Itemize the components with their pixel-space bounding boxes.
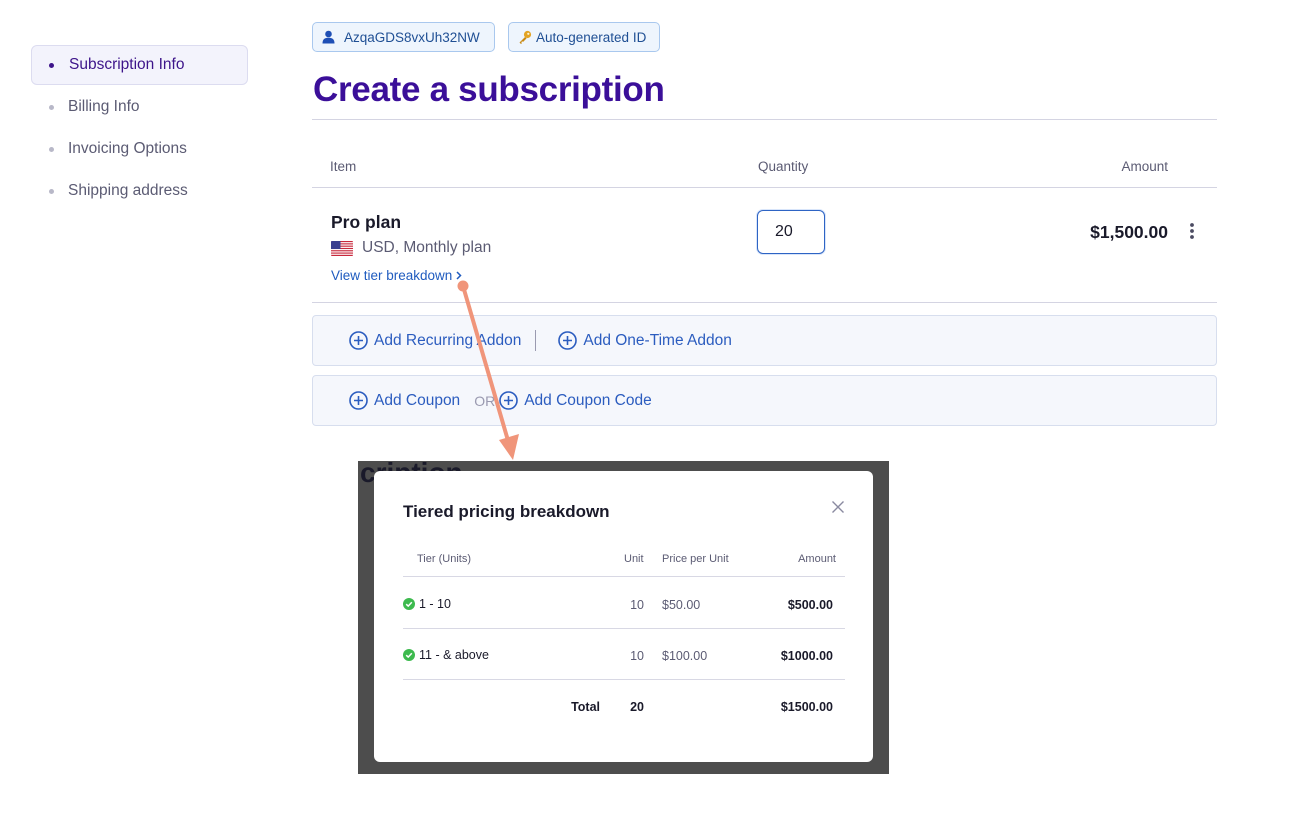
view-tier-breakdown-link[interactable]: View tier breakdown [331,268,462,283]
quantity-input[interactable] [757,210,825,254]
modal-header-unit: Unit [624,553,644,565]
sidebar-item-label: Subscription Info [69,56,185,73]
tier-range-text: 11 - & above [419,648,489,662]
tier-row-2-range: 11 - & above [403,648,489,662]
row-divider [312,302,1217,303]
modal-title: Tiered pricing breakdown [403,502,610,521]
bullet-icon [49,147,54,152]
add-coupon-button[interactable]: Add Coupon [349,391,460,410]
addon-actions-bar: Add Recurring Addon Add One-Time Addon [312,315,1217,366]
coupon-actions-bar: Add Coupon OR Add Coupon Code [312,375,1217,426]
sidebar-item-shipping-address[interactable]: Shipping address [31,171,248,211]
subscription-page: Subscription Info Billing Info Invoicing… [0,0,1306,840]
column-header-quantity: Quantity [758,159,809,174]
add-coupon-code-button[interactable]: Add Coupon Code [499,391,652,410]
sidebar-item-label: Shipping address [68,182,188,199]
tier-row-1-price: $50.00 [662,598,701,612]
tier-breakdown-screenshot: cription Tiered pricing breakdown Tier (… [358,461,889,774]
sidebar-item-billing-info[interactable]: Billing Info [31,87,248,127]
tier-row-1-range: 1 - 10 [403,597,451,611]
modal-row-divider [403,679,845,680]
add-one-time-addon-label: Add One-Time Addon [583,331,732,349]
or-separator: OR [474,392,496,409]
modal-header-amount: Amount [798,553,836,565]
tier-row-2-unit: 10 [630,649,644,663]
header-divider [312,187,1217,188]
modal-header-divider [403,576,845,577]
close-icon[interactable] [831,500,845,514]
column-header-item: Item [330,159,357,174]
view-tier-breakdown-label: View tier breakdown [331,268,453,283]
tier-row-2-amount: $1000.00 [780,649,833,663]
bullet-icon [49,63,54,68]
addon-separator [535,330,537,351]
tier-row-1-unit: 10 [630,598,644,612]
add-coupon-label: Add Coupon [374,391,461,409]
modal-header-tier: Tier (Units) [417,553,471,565]
tiered-pricing-modal: Tiered pricing breakdown Tier (Units) Un… [374,471,873,762]
customer-id-text: AzqaGDS8vxUh32NW [344,29,480,45]
check-circle-icon [403,649,415,661]
title-divider [312,119,1217,120]
plus-circle-icon [499,391,518,410]
column-header-amount: Amount [1121,159,1168,174]
plus-circle-icon [349,331,368,350]
sidebar-item-invoicing-options[interactable]: Invoicing Options [31,129,248,169]
tier-row-2-price: $100.00 [662,649,708,663]
auto-generated-id-label: Auto-generated ID [536,29,647,45]
sidebar-item-label: Invoicing Options [68,140,187,157]
tier-range-text: 1 - 10 [419,597,451,611]
sidebar-item-subscription-info[interactable]: Subscription Info [31,45,248,85]
check-circle-icon [403,598,415,610]
sidebar-item-label: Billing Info [68,98,140,115]
add-one-time-addon-button[interactable]: Add One-Time Addon [558,331,732,350]
page-title: Create a subscription [313,70,665,109]
sidebar-nav: Subscription Info Billing Info Invoicing… [31,45,248,213]
plus-circle-icon [349,391,368,410]
chevron-right-icon [456,271,462,280]
bullet-icon [49,189,54,194]
customer-id-chip[interactable]: AzqaGDS8vxUh32NW [312,22,495,52]
auto-generated-id-chip[interactable]: Auto-generated ID [508,22,660,52]
add-recurring-addon-button[interactable]: Add Recurring Addon [349,331,521,350]
add-recurring-addon-label: Add Recurring Addon [374,331,522,349]
total-unit: 20 [630,700,644,714]
plus-circle-icon [558,331,578,350]
user-icon [322,30,335,44]
total-amount: $1500.00 [780,700,833,714]
more-options-icon[interactable] [1184,221,1200,241]
total-label: Total [571,700,600,714]
add-coupon-code-label: Add Coupon Code [524,391,652,409]
modal-row-divider [403,628,845,629]
tier-row-1-amount: $500.00 [787,598,833,612]
plan-meta: USD, Monthly plan [331,239,491,257]
us-flag-icon [331,240,353,256]
plan-name: Pro plan [331,212,402,232]
bullet-icon [49,105,54,110]
key-icon [518,30,532,44]
row-amount: $1,500.00 [1090,222,1168,242]
plan-currency-frequency: USD, Monthly plan [362,239,492,256]
modal-header-price: Price per Unit [662,553,729,565]
